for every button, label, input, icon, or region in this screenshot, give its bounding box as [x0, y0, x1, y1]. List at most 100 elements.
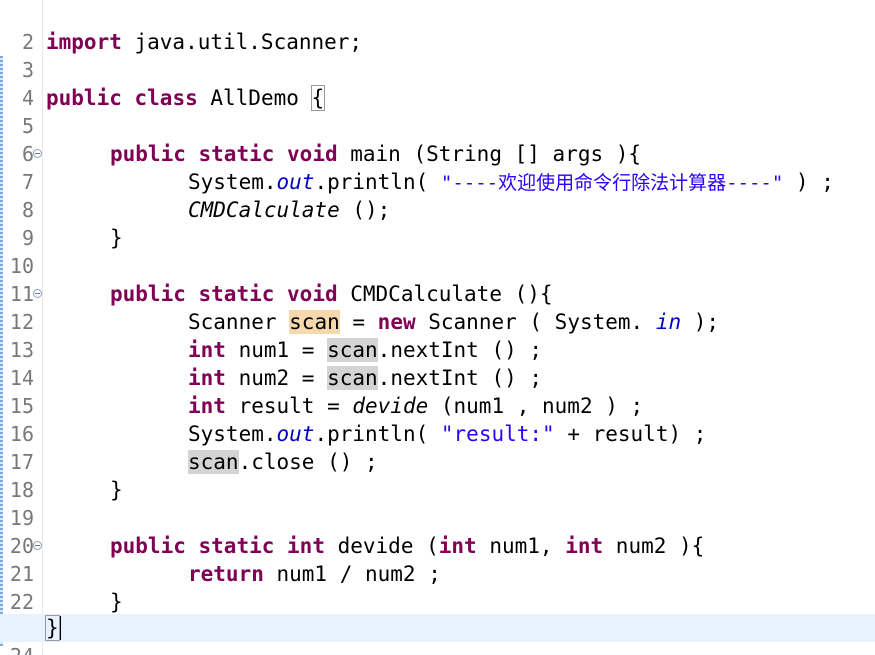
code-line[interactable]: 11 — [0, 252, 875, 306]
code-text: } — [110, 224, 123, 252]
code-line[interactable]: 7 public static void main (String [] arg… — [0, 140, 875, 194]
code-text: public static void main (String [] args … — [110, 140, 641, 168]
keyword-token: class — [134, 86, 198, 110]
code-text: return num1 / num2 ; — [188, 560, 441, 588]
code-line[interactable]: 21 public static int devide (int num1, i… — [0, 532, 875, 586]
code-token: .println( — [314, 170, 441, 194]
variable-occurrence: scan — [327, 366, 378, 390]
fold-collapse-icon[interactable] — [33, 289, 42, 298]
string-literal: "----欢迎使用命令行除法计算器----" — [440, 172, 784, 194]
code-token: .nextInt () ; — [377, 366, 543, 390]
current-code-line[interactable]: 24 } — [0, 614, 875, 655]
code-line[interactable]: 4 — [0, 56, 875, 110]
code-line[interactable]: 20 — [0, 504, 875, 558]
code-text: Scanner scan = new Scanner ( System. in … — [188, 308, 719, 336]
variable-write-occurrence: scan — [289, 310, 340, 334]
matching-bracket: } — [45, 615, 60, 641]
variable-occurrence: scan — [188, 450, 239, 474]
code-token: .println( — [314, 422, 441, 446]
keyword-token: new — [377, 310, 416, 334]
code-line[interactable]: 10 } — [0, 224, 875, 278]
code-token: Scanner — [188, 310, 290, 334]
code-text: } — [45, 614, 61, 642]
keyword-token: static — [198, 282, 275, 306]
code-token: } — [110, 478, 123, 502]
code-line[interactable]: 19 } — [0, 476, 875, 530]
code-editor[interactable]: 2 3 import java.util.Scanner; 4 5 public… — [0, 0, 875, 655]
code-token: AllDemo — [197, 86, 312, 110]
code-token: .close () ; — [238, 450, 378, 474]
keyword-token: import — [46, 30, 122, 54]
code-line[interactable]: 18 scan.close () ; — [0, 448, 875, 502]
code-token: (num1 , num2 ) ; — [428, 394, 644, 418]
code-token: System. — [188, 422, 277, 446]
code-text: import java.util.Scanner; — [46, 28, 362, 56]
code-text: public class AllDemo { — [46, 84, 326, 112]
matching-bracket: { — [310, 85, 326, 111]
code-text: CMDCalculate (); — [188, 196, 390, 224]
code-token: ); — [681, 310, 720, 334]
field-token: out — [276, 422, 315, 446]
code-text: System.out.println( "result:" + result) … — [188, 420, 706, 448]
code-line[interactable]: 3 import java.util.Scanner; — [0, 28, 875, 82]
code-line[interactable]: 16 int result = devide (num1 , num2 ) ; — [0, 392, 875, 446]
code-line[interactable]: 17 System.out.println( "result:" + resul… — [0, 420, 875, 474]
keyword-token: void — [287, 282, 338, 306]
line-number: 24 — [0, 642, 34, 655]
keyword-token: int — [287, 534, 325, 558]
code-token: = — [339, 310, 378, 334]
code-line[interactable]: 6 — [0, 112, 875, 166]
code-text: int result = devide (num1 , num2 ) ; — [188, 392, 643, 420]
keyword-token: public — [46, 86, 122, 110]
keyword-token: static — [198, 534, 275, 558]
keyword-token: public — [110, 282, 186, 306]
code-text: scan.close () ; — [188, 448, 378, 476]
keyword-token: int — [188, 394, 226, 418]
fold-collapse-icon[interactable] — [33, 149, 42, 158]
code-line[interactable]: 9 CMDCalculate (); — [0, 196, 875, 250]
code-line[interactable]: 14 int num1 = scan.nextInt () ; — [0, 336, 875, 390]
field-token: out — [276, 170, 315, 194]
keyword-token: int — [188, 366, 226, 390]
code-line[interactable]: 22 return num1 / num2 ; — [0, 560, 875, 614]
code-token: main (String [] args ){ — [337, 142, 642, 166]
code-line[interactable]: 8 System.out.println( "----欢迎使用命令行除法计算器-… — [0, 168, 875, 222]
keyword-token: static — [198, 142, 275, 166]
code-token: num1 = — [225, 338, 328, 362]
code-text: public static int devide (int num1, int … — [110, 532, 704, 560]
code-token: java.util.Scanner; — [121, 30, 363, 54]
static-method-call: CMDCalculate — [188, 198, 340, 222]
code-token: } — [110, 590, 123, 614]
variable-occurrence: scan — [327, 338, 378, 362]
code-line[interactable]: 2 — [0, 0, 875, 54]
keyword-token: return — [188, 562, 264, 586]
code-text: int num1 = scan.nextInt () ; — [188, 336, 542, 364]
keyword-token: void — [287, 142, 338, 166]
code-token: num2 = — [225, 366, 328, 390]
static-method-call: devide — [352, 394, 429, 418]
fold-collapse-icon[interactable] — [33, 541, 42, 550]
code-line[interactable]: 5 public class AllDemo { — [0, 84, 875, 138]
code-line[interactable]: 23 } — [0, 588, 875, 642]
keyword-token: int — [438, 534, 477, 558]
code-line[interactable]: 15 int num2 = scan.nextInt () ; — [0, 364, 875, 418]
code-token: num2 ){ — [603, 534, 705, 558]
keyword-token: public — [110, 534, 186, 558]
keyword-token: public — [110, 142, 186, 166]
keyword-token: int — [188, 338, 226, 362]
code-token: Scanner ( System. — [415, 310, 656, 334]
code-line[interactable]: 13 Scanner scan = new Scanner ( System. … — [0, 308, 875, 362]
string-literal: "result:" — [440, 422, 555, 446]
code-token: } — [110, 226, 123, 250]
code-token: + result) ; — [554, 422, 707, 446]
code-line[interactable]: 12 public static void CMDCalculate (){ — [0, 280, 875, 334]
text-cursor — [58, 616, 61, 640]
code-token: .nextInt () ; — [377, 338, 543, 362]
code-token: ) ; — [783, 170, 834, 194]
